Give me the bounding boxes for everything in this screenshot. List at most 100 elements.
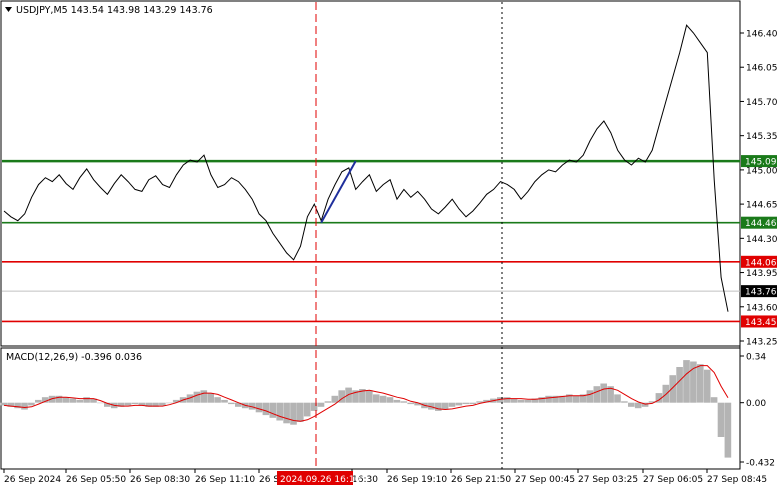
macd-bar xyxy=(35,399,42,403)
y-tick-label: 143.60 xyxy=(746,303,778,313)
macd-bar xyxy=(676,367,683,403)
macd-bar xyxy=(621,401,628,403)
macd-bar xyxy=(221,399,228,403)
macd-bar xyxy=(372,394,380,403)
macd-bar xyxy=(386,397,394,403)
macd-bar xyxy=(62,397,70,403)
price-badge-label: 145.09 xyxy=(745,158,777,168)
macd-bar xyxy=(455,402,463,406)
macd-bar xyxy=(0,402,8,406)
y-tick-label: 146.40 xyxy=(746,30,778,40)
macd-bar xyxy=(283,402,290,424)
macd-bar xyxy=(710,397,718,403)
x-tick-label: 26 Sep 08:30 xyxy=(130,475,190,485)
macd-bar xyxy=(124,402,132,406)
macd-bar xyxy=(159,402,166,406)
macd-bar xyxy=(517,399,525,403)
macd-bar xyxy=(317,402,325,407)
x-tick-label: 26 Sep 19:10 xyxy=(387,475,447,485)
macd-bar xyxy=(97,402,104,404)
macd-bar xyxy=(200,390,208,403)
macd-bar xyxy=(83,397,90,403)
macd-bar xyxy=(697,364,704,403)
macd-y-tick-label: 0.34 xyxy=(746,353,766,363)
y-tick-label: 143.95 xyxy=(746,269,778,279)
macd-bar xyxy=(28,402,35,406)
macd-bar xyxy=(379,395,387,403)
macd-bar xyxy=(662,384,670,403)
macd-bar xyxy=(276,402,283,421)
macd-axis: 0.34 0.00 -0.432 xyxy=(740,353,775,469)
y-tick-label: 145.35 xyxy=(746,132,778,142)
macd-panel-title: MACD(12,26,9) -0.396 0.036 xyxy=(6,352,142,363)
trading-chart: USDJPY,M5 143.54 143.98 143.29 143.76 MA… xyxy=(0,0,778,485)
macd-bar xyxy=(262,402,270,416)
price-badge-label: 143.45 xyxy=(745,318,777,328)
macd-bar xyxy=(400,401,408,403)
macd-bar xyxy=(269,402,277,418)
macd-bar xyxy=(76,399,83,403)
x-tick-label: 26 Sep 05:50 xyxy=(66,475,126,485)
price-panel-frame xyxy=(0,0,741,347)
macd-bar xyxy=(290,402,297,425)
macd-bar xyxy=(503,397,511,403)
y-tick-label: 145.70 xyxy=(746,98,778,108)
x-tick-label: 27 Sep 06:05 xyxy=(643,475,703,485)
time-axis: 26 Sep 2024 26 Sep 05:50 26 Sep 08:30 26 Se… xyxy=(3,469,767,485)
macd-bar xyxy=(324,401,332,403)
x-tick-label: 26 Sep 21:50 xyxy=(451,475,511,485)
macd-bar xyxy=(366,390,373,403)
macd-bar xyxy=(207,393,214,403)
x-tick-label: 26 S xyxy=(259,475,279,485)
macd-bar xyxy=(586,390,594,403)
x-tick-label: 27 Sep 03:25 xyxy=(578,475,638,485)
price-panel-title: USDJPY,M5 143.54 143.98 143.29 143.76 xyxy=(16,5,213,16)
y-tick-label: 143.25 xyxy=(746,338,778,348)
cursor-time-label: 2024.09.26 16:10 xyxy=(280,475,361,485)
macd-bar xyxy=(393,399,401,403)
macd-bar xyxy=(524,399,532,403)
macd-bar xyxy=(166,402,173,404)
macd-bar xyxy=(297,402,304,422)
y-tick-label: 145.00 xyxy=(746,166,778,176)
macd-bar xyxy=(435,402,442,411)
macd-bar xyxy=(69,398,77,403)
macd-bar xyxy=(228,402,235,405)
macd-y-tick-label: 0.00 xyxy=(746,399,766,409)
x-tick-label: 27 Sep 00:45 xyxy=(515,475,575,485)
x-tick-label: 26 Sep 11:10 xyxy=(195,475,255,485)
macd-y-tick-label: -0.432 xyxy=(746,459,775,469)
macd-bar xyxy=(683,360,690,403)
macd-bar xyxy=(345,387,352,403)
macd-bar xyxy=(600,383,607,403)
macd-bar xyxy=(572,395,580,403)
macd-bar xyxy=(441,402,449,410)
price-badge-label: 144.06 xyxy=(745,258,777,268)
macd-bar xyxy=(462,402,470,405)
price-axis: 146.40 146.05 145.70 145.35 145.00 144.65 144.… xyxy=(740,30,778,348)
macd-bar xyxy=(669,375,676,403)
macd-panel-frame xyxy=(0,347,741,470)
macd-bar xyxy=(628,402,635,407)
macd-bar xyxy=(21,402,28,410)
macd-bar xyxy=(614,394,621,403)
price-badge-label: 144.46 xyxy=(745,219,777,229)
price-badge-label: 143.76 xyxy=(745,288,777,298)
macd-bar xyxy=(193,391,201,403)
macd-bar xyxy=(303,402,311,417)
x-tick-label: 26 Sep 2024 xyxy=(4,475,61,485)
y-tick-label: 144.65 xyxy=(746,201,778,211)
macd-bar xyxy=(255,402,263,413)
y-tick-label: 144.30 xyxy=(746,235,778,245)
macd-bar xyxy=(214,397,221,403)
macd-bar xyxy=(448,402,456,407)
x-tick-label: 27 Sep 08:45 xyxy=(707,475,767,485)
y-tick-label: 146.05 xyxy=(746,64,778,74)
macd-bar xyxy=(593,386,601,403)
macd-bar xyxy=(724,402,732,458)
macd-bar xyxy=(703,369,711,403)
macd-bar xyxy=(510,398,518,403)
macd-bar xyxy=(131,402,139,405)
macd-bar xyxy=(407,402,414,405)
macd-bar xyxy=(634,402,642,409)
